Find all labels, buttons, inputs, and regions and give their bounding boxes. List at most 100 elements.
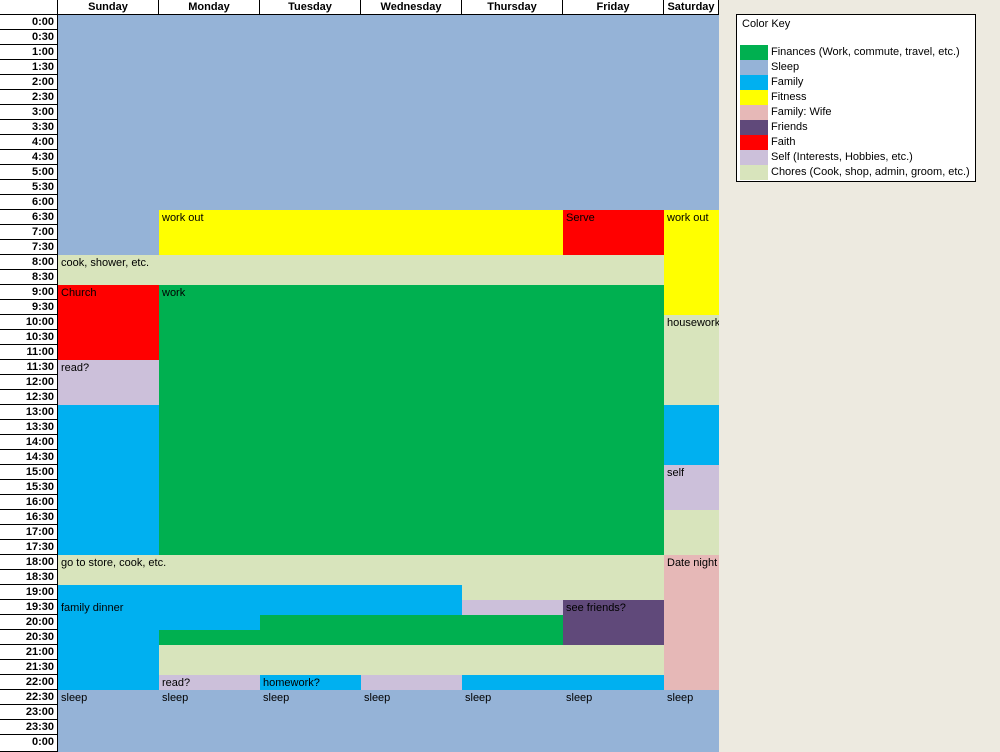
header-corner-cell[interactable] <box>0 0 58 15</box>
schedule-block-family[interactable] <box>58 405 159 555</box>
schedule-block-self[interactable]: read? <box>159 675 260 690</box>
schedule-block-chores[interactable]: housework, etc. <box>664 315 719 405</box>
time-label[interactable]: 21:30 <box>0 660 58 675</box>
time-label[interactable]: 22:00 <box>0 675 58 690</box>
schedule-block-fitness[interactable]: work out <box>664 210 719 315</box>
schedule-block-chores[interactable] <box>159 645 664 675</box>
schedule-block-family[interactable] <box>159 585 462 600</box>
time-label[interactable]: 8:00 <box>0 255 58 270</box>
time-label[interactable]: 2:30 <box>0 90 58 105</box>
schedule-block-self[interactable] <box>462 600 563 615</box>
schedule-block-family[interactable]: family dinner <box>58 600 462 615</box>
day-header-wednesday[interactable]: Wednesday <box>361 0 462 15</box>
time-label[interactable]: 7:00 <box>0 225 58 240</box>
time-label[interactable]: 17:00 <box>0 525 58 540</box>
schedule-block-sleep[interactable]: sleep <box>58 690 159 752</box>
schedule-block-chores[interactable] <box>462 585 664 600</box>
schedule-block-finances[interactable] <box>260 615 563 645</box>
key-item-fitness: Fitness <box>737 90 975 105</box>
schedule-block-family[interactable] <box>462 675 664 690</box>
schedule-block-family[interactable] <box>664 405 719 465</box>
time-label[interactable]: 11:30 <box>0 360 58 375</box>
time-label[interactable]: 0:00 <box>0 15 58 30</box>
time-label[interactable]: 23:30 <box>0 720 58 735</box>
schedule-block-family[interactable]: homework? <box>260 675 361 690</box>
time-label[interactable]: 4:30 <box>0 150 58 165</box>
key-label: Fitness <box>771 91 807 103</box>
key-item-friends: Friends <box>737 120 975 135</box>
time-label[interactable]: 14:30 <box>0 450 58 465</box>
time-label[interactable]: 19:00 <box>0 585 58 600</box>
time-label[interactable]: 2:00 <box>0 75 58 90</box>
schedule-block-self[interactable]: read? <box>58 360 159 405</box>
schedule-block-sleep[interactable]: sleep <box>563 690 664 752</box>
time-label[interactable]: 20:30 <box>0 630 58 645</box>
schedule-block-wife[interactable]: Date night <box>664 555 719 690</box>
time-label[interactable]: 5:30 <box>0 180 58 195</box>
day-header-monday[interactable]: Monday <box>159 0 260 15</box>
time-label[interactable]: 18:30 <box>0 570 58 585</box>
time-label[interactable]: 13:00 <box>0 405 58 420</box>
time-label[interactable]: 3:00 <box>0 105 58 120</box>
day-header-sunday[interactable]: Sunday <box>58 0 159 15</box>
time-label[interactable]: 0:00 <box>0 735 58 752</box>
schedule-block-sleep[interactable]: sleep <box>361 690 462 752</box>
time-label[interactable]: 12:00 <box>0 375 58 390</box>
schedule-block-chores[interactable] <box>664 510 719 555</box>
schedule-block-fitness[interactable]: work out <box>159 210 563 255</box>
time-label[interactable]: 15:30 <box>0 480 58 495</box>
schedule-block-sleep[interactable]: sleep <box>260 690 361 752</box>
schedule-block-faith[interactable]: Church <box>58 285 159 360</box>
key-label: Self (Interests, Hobbies, etc.) <box>771 151 913 163</box>
day-header-tuesday[interactable]: Tuesday <box>260 0 361 15</box>
time-label[interactable]: 1:30 <box>0 60 58 75</box>
schedule-block-chores[interactable]: go to store, cook, etc. <box>58 555 664 585</box>
time-label[interactable]: 16:30 <box>0 510 58 525</box>
time-label[interactable]: 5:00 <box>0 165 58 180</box>
time-label[interactable]: 0:30 <box>0 30 58 45</box>
time-label[interactable]: 14:00 <box>0 435 58 450</box>
schedule-block-friends[interactable]: see friends? <box>563 600 664 645</box>
time-label[interactable]: 8:30 <box>0 270 58 285</box>
time-label[interactable]: 20:00 <box>0 615 58 630</box>
day-header-thursday[interactable]: Thursday <box>462 0 563 15</box>
schedule-block-self[interactable] <box>361 675 462 690</box>
schedule-block-family[interactable] <box>159 615 260 630</box>
time-label[interactable]: 10:00 <box>0 315 58 330</box>
time-label[interactable]: 21:00 <box>0 645 58 660</box>
time-label[interactable]: 22:30 <box>0 690 58 705</box>
time-label[interactable]: 13:30 <box>0 420 58 435</box>
schedule-block-sleep[interactable] <box>58 210 159 255</box>
schedule-block-sleep[interactable]: sleep <box>159 690 260 752</box>
time-label[interactable]: 9:00 <box>0 285 58 300</box>
time-label[interactable]: 4:00 <box>0 135 58 150</box>
schedule-block-self[interactable]: self <box>664 465 719 510</box>
schedule-block-finances[interactable] <box>159 630 260 645</box>
time-label[interactable]: 6:30 <box>0 210 58 225</box>
time-label[interactable]: 23:00 <box>0 705 58 720</box>
time-label[interactable]: 10:30 <box>0 330 58 345</box>
time-label[interactable]: 18:00 <box>0 555 58 570</box>
schedule-block-faith[interactable]: Serve <box>563 210 664 255</box>
time-label[interactable]: 11:00 <box>0 345 58 360</box>
time-label[interactable]: 9:30 <box>0 300 58 315</box>
time-label[interactable]: 6:00 <box>0 195 58 210</box>
schedule-block-sleep[interactable]: sleep <box>462 690 563 752</box>
schedule-block-finances[interactable]: work <box>159 285 664 555</box>
time-label[interactable]: 17:30 <box>0 540 58 555</box>
time-label[interactable]: 7:30 <box>0 240 58 255</box>
key-item-finances: Finances (Work, commute, travel, etc.) <box>737 45 975 60</box>
schedule-block-sleep[interactable]: sleep <box>664 690 719 752</box>
time-label[interactable]: 19:30 <box>0 600 58 615</box>
schedule-block-sleep[interactable] <box>58 15 719 210</box>
time-label[interactable]: 16:00 <box>0 495 58 510</box>
day-header-saturday[interactable]: Saturday <box>664 0 719 15</box>
time-label[interactable]: 1:00 <box>0 45 58 60</box>
time-label[interactable]: 12:30 <box>0 390 58 405</box>
color-swatch-family <box>740 75 768 90</box>
color-swatch-wife <box>740 105 768 120</box>
day-header-friday[interactable]: Friday <box>563 0 664 15</box>
schedule-block-chores[interactable]: cook, shower, etc. <box>58 255 664 285</box>
time-label[interactable]: 3:30 <box>0 120 58 135</box>
time-label[interactable]: 15:00 <box>0 465 58 480</box>
